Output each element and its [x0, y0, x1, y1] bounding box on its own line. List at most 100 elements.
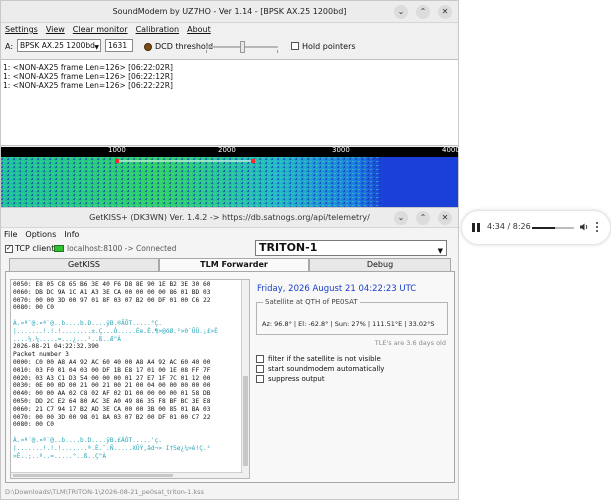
more-icon[interactable] — [596, 221, 599, 233]
tab-getkiss[interactable]: GetKISS — [9, 258, 159, 271]
close-button[interactable]: ✕ — [438, 211, 452, 225]
hex-log-line: 0050: E8 05 C8 65 B6 3E 40 F6 D8 8E 90 1… — [13, 281, 211, 288]
hex-log-line: 0030: 0E 00 0D 00 21 00 21 00 21 00 04 0… — [13, 382, 211, 390]
hold-pointers-checkbox[interactable] — [291, 42, 299, 50]
mode-select[interactable]: BPSK AX.25 1200bd ▼ — [17, 39, 101, 52]
filter-visible-label: filter if the satellite is not visible — [268, 355, 381, 363]
pause-icon[interactable] — [472, 223, 480, 232]
filter-visible-checkbox[interactable] — [256, 355, 264, 363]
menu-view[interactable]: View — [46, 25, 65, 34]
hex-log-line: |.......!.!.!.......ª.È.¯.Ñ.....XÛÝ,âd¬>… — [13, 444, 211, 452]
connection-status-text: localhost:8100 -> Connected — [67, 244, 177, 253]
hex-log-line: 0060: DB DC 9A 1C A1 A3 3E CA 00 00 00 0… — [13, 288, 211, 296]
getkiss-menubar: File Options Info — [1, 228, 458, 240]
minimize-button[interactable]: ⌄ — [394, 5, 408, 19]
hex-log-line: 2026-08-21 04:22:32.390 — [13, 343, 99, 351]
suppress-output-label: suppress output — [268, 375, 325, 383]
vertical-scrollbar[interactable] — [241, 280, 249, 478]
horizontal-scrollbar[interactable] — [11, 472, 243, 478]
tcp-client-checkbox[interactable] — [5, 244, 13, 253]
marker-left-handle[interactable] — [115, 159, 119, 163]
satellite-position-group: Satellite at QTH of PE0SAT Az: 96.8° | E… — [256, 298, 448, 335]
tab-bar: GetKISS TLM Forwarder Debug — [5, 258, 455, 271]
menu-options[interactable]: Options — [25, 230, 56, 239]
waterfall-noise — [1, 157, 381, 210]
menu-about[interactable]: About — [187, 25, 211, 34]
satellite-readout: Az: 96.8° | El: -62.8° | Sun: 27% | 111.… — [262, 320, 435, 328]
hex-log-line: 0010: 03 F0 01 04 03 00 DF 1B E8 17 01 0… — [13, 366, 211, 374]
dcd-indicator-icon — [144, 43, 152, 51]
media-player: 4:34 / 8:26 — [462, 211, 610, 244]
scrollbar-thumb[interactable] — [13, 474, 173, 477]
soundmodem-title: SoundModem by UZ7HO - Ver 1.14 - [BPSK A… — [112, 7, 347, 16]
scale-tick: 2000 — [218, 146, 236, 154]
minimize-button[interactable]: ⌄ — [394, 211, 408, 225]
dcd-threshold-label: DCD threshold — [155, 42, 214, 51]
scrollbar-thumb[interactable] — [243, 376, 248, 466]
mode-select-value: BPSK AX.25 1200bd — [20, 41, 95, 50]
hex-log[interactable]: 0050: E8 05 C8 65 B6 3E 40 F6 D8 8E 90 1… — [10, 279, 250, 479]
monitor-log[interactable]: 1: <NON-AX25 frame Len=126> [06:22:02R] … — [1, 59, 458, 146]
scale-tick: 1000 — [108, 146, 126, 154]
close-button[interactable]: ✕ — [438, 5, 452, 19]
menu-settings[interactable]: Settings — [5, 25, 38, 34]
soundmodem-controls: A: BPSK AX.25 1200bd ▼ 1631 DCD threshol… — [1, 36, 458, 56]
maximize-button[interactable]: ⌃ — [416, 5, 430, 19]
tab-debug[interactable]: Debug — [309, 258, 451, 271]
hex-log-line: 0000: C0 00 A8 A4 92 AC 60 40 00 A8 A4 9… — [13, 358, 211, 366]
hex-log-line — [13, 429, 247, 437]
dcd-threshold-slider[interactable] — [206, 40, 278, 54]
menu-file[interactable]: File — [4, 230, 17, 239]
scale-tick: 4000 — [442, 146, 460, 154]
tcp-client-label: TCP client — [15, 244, 55, 253]
suppress-output-checkbox[interactable] — [256, 375, 264, 383]
hex-log-line: 0080: 00 C0 — [13, 304, 54, 312]
hex-log-line: 0070: 00 00 3D 00 98 01 8A 03 07 B2 00 D… — [13, 413, 211, 421]
hex-log-line: 0040: 00 00 AA 02 C8 02 AF 02 D1 00 00 0… — [13, 390, 211, 398]
start-soundmodem-label: start soundmodem automatically — [268, 365, 385, 373]
satellite-group-legend: Satellite at QTH of PE0SAT — [263, 298, 360, 306]
tab-panel: 0050: E8 05 C8 65 B6 3E 40 F6 D8 8E 90 1… — [5, 271, 455, 483]
tle-age-text: TLE's are 3.6 days old — [374, 339, 446, 347]
hold-pointers-label: Hold pointers — [302, 42, 356, 51]
hex-log-line: |.......!.!.!........±.Ç...Ò.....Èe.Ë.¶>… — [13, 327, 218, 335]
hex-log-line: À.¤ª¨@.¤ª¨@..b....b.D....ÿB.£ÁÓT.....'ç. — [13, 436, 163, 444]
chevron-down-icon: ▼ — [437, 247, 443, 255]
log-line: 1: <NON-AX25 frame Len=126> [06:22:22R] — [3, 81, 173, 90]
playback-time: 4:34 / 8:26 — [487, 222, 531, 231]
hex-log-line: ­>Ê..;..º..=.....°..ß..Ç"À — [13, 452, 107, 460]
channel-label: A: — [5, 42, 14, 51]
hex-log-line: 0020: 03 A3 C1 D3 54 00 00 00 01 27 E7 1… — [13, 374, 211, 382]
seek-bar-fill — [532, 227, 555, 229]
start-soundmodem-checkbox[interactable] — [256, 365, 264, 373]
satellite-select-value: TRITON-1 — [259, 241, 318, 254]
frequency-spinbox[interactable]: 1631 — [105, 39, 133, 52]
menu-calibration[interactable]: Calibration — [136, 25, 180, 34]
frequency-value: 1631 — [108, 41, 128, 50]
getkiss-title: GetKISS+ (DK3WN) Ver. 1.4.2 -> https://d… — [89, 213, 370, 222]
hex-log-line: 0050: DD 2C E2 64 80 AC 3E A0 49 86 35 F… — [13, 397, 211, 405]
slider-thumb[interactable] — [239, 41, 245, 53]
getkiss-titlebar: GetKISS+ (DK3WN) Ver. 1.4.2 -> https://d… — [1, 208, 458, 228]
status-file-path: D:\Downloads\TLM\TRITON-1\2026-08-21_pe0… — [5, 488, 204, 496]
hex-log-line: 0080: 00 C0 — [13, 421, 54, 429]
hex-log-line: ....½.¼.....=...¿...²..ß..Æ"À — [13, 335, 122, 343]
log-line: 1: <NON-AX25 frame Len=126> [06:22:02R] — [3, 63, 173, 72]
hex-log-line: À.¤ª¨@.¤ª¨@..b....b.D....ÿB.®ÃÕT.....°Ç. — [13, 319, 163, 327]
waterfall-spectrum[interactable] — [1, 147, 458, 210]
hex-log-line: 0060: 21 C7 94 17 B2 AD 3E CA 00 00 3B 0… — [13, 405, 211, 413]
seek-bar[interactable] — [532, 227, 574, 229]
maximize-button[interactable]: ⌃ — [416, 211, 430, 225]
soundmodem-titlebar: SoundModem by UZ7HO - Ver 1.14 - [BPSK A… — [1, 1, 458, 23]
satellite-select[interactable]: TRITON-1 ▼ — [255, 240, 447, 256]
chevron-down-icon: ▼ — [94, 44, 99, 51]
menu-clear-monitor[interactable]: Clear monitor — [73, 25, 128, 34]
soundmodem-menubar: Settings View Clear monitor Calibration … — [1, 23, 458, 36]
volume-icon[interactable] — [579, 222, 589, 232]
marker-right-handle[interactable] — [251, 159, 255, 163]
log-line: 1: <NON-AX25 frame Len=126> [06:22:12R] — [3, 72, 173, 81]
connection-bar: TCP client localhost:8100 -> Connected T… — [1, 240, 458, 257]
connection-status-icon — [54, 245, 64, 252]
tab-tlm-forwarder[interactable]: TLM Forwarder — [159, 258, 309, 271]
menu-info[interactable]: Info — [64, 230, 79, 239]
